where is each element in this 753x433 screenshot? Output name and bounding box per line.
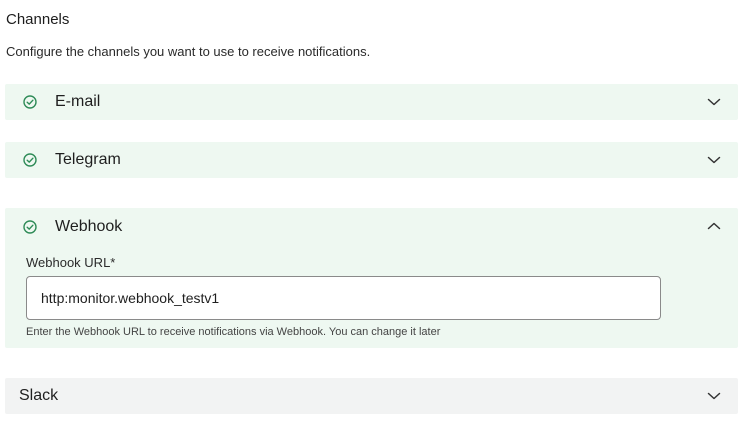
channel-label-email: E-mail bbox=[55, 93, 101, 110]
channel-label-slack: Slack bbox=[19, 387, 59, 404]
check-circle-icon bbox=[23, 220, 37, 234]
check-circle-icon bbox=[23, 153, 37, 167]
channel-panel-webhook: Webhook Webhook URL* Enter the Webhook U… bbox=[5, 208, 738, 348]
channel-header-webhook[interactable]: Webhook bbox=[5, 208, 738, 244]
channel-header-slack[interactable]: Slack bbox=[5, 378, 738, 414]
channel-header-email[interactable]: E-mail bbox=[5, 84, 738, 120]
channel-label-webhook: Webhook bbox=[55, 218, 123, 235]
chevron-down-icon[interactable] bbox=[707, 96, 721, 108]
channel-panel-telegram: Telegram bbox=[5, 142, 738, 178]
channel-panel-slack: Slack bbox=[5, 378, 738, 414]
chevron-up-icon[interactable] bbox=[707, 220, 721, 232]
channel-panel-email: E-mail bbox=[5, 84, 738, 120]
webhook-url-help: Enter the Webhook URL to receive notific… bbox=[26, 326, 441, 338]
channel-header-telegram[interactable]: Telegram bbox=[5, 142, 738, 178]
chevron-down-icon[interactable] bbox=[707, 154, 721, 166]
section-title: Channels bbox=[6, 11, 70, 28]
channel-label-telegram: Telegram bbox=[55, 151, 121, 168]
webhook-url-label: Webhook URL* bbox=[26, 255, 116, 270]
section-description: Configure the channels you want to use t… bbox=[6, 44, 371, 59]
check-circle-icon bbox=[23, 95, 37, 109]
chevron-down-icon[interactable] bbox=[707, 390, 721, 402]
webhook-url-input[interactable] bbox=[26, 276, 661, 320]
